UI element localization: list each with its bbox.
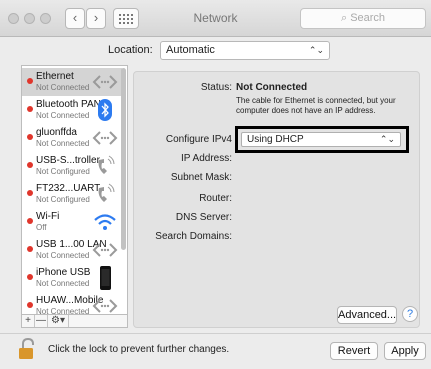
location-label: Location:: [108, 44, 153, 56]
help-button[interactable]: ?: [402, 306, 418, 322]
remove-service-button[interactable]: —: [35, 315, 48, 327]
updown-arrows-icon: ⌃⌄: [379, 134, 395, 144]
status-dot: [27, 218, 33, 224]
service-item-iphone-usb[interactable]: iPhone USB Not Connected: [22, 264, 122, 292]
service-item-usb-serial-controller[interactable]: USB-S...troller Not Configured: [22, 152, 122, 180]
search-placeholder: Search: [350, 12, 386, 24]
search-domains-label: Search Domains:: [155, 231, 232, 242]
service-name: USB-S...troller: [36, 155, 100, 166]
status-dot: [27, 106, 33, 112]
apply-button[interactable]: Apply: [384, 342, 426, 360]
location-select[interactable]: Automatic ⌃⌄: [160, 41, 330, 60]
service-item-ft232-uart[interactable]: FT232...UART Not Configured: [22, 180, 122, 208]
configure-ipv4-highlight: Using DHCP ⌃⌄: [235, 126, 409, 153]
service-status: Not Connected: [36, 83, 90, 92]
configure-ipv4-value: Using DHCP: [247, 134, 304, 145]
service-name: iPhone USB: [36, 267, 91, 278]
service-item-wifi[interactable]: Wi-Fi Off: [22, 208, 122, 236]
service-list-toolbar: + — ⚙▾: [21, 314, 128, 328]
status-dot: [27, 162, 33, 168]
service-name: Ethernet: [36, 71, 74, 82]
lock-icon[interactable]: [18, 338, 36, 360]
dns-server-label: DNS Server:: [175, 212, 232, 223]
service-item-ethernet[interactable]: Ethernet Not Connected: [22, 68, 122, 96]
action-menu-button[interactable]: ⚙▾: [48, 315, 69, 327]
status-description: The cable for Ethernet is connected, but…: [236, 96, 396, 115]
service-item-bluetooth-pan[interactable]: Bluetooth PAN Not Connected: [22, 96, 122, 124]
service-name: FT232...UART: [36, 183, 101, 194]
service-status: Not Connected: [36, 251, 90, 260]
search-input[interactable]: ⌕ Search: [300, 8, 426, 29]
ip-address-label: IP Address:: [181, 153, 232, 164]
status-dot: [27, 78, 33, 84]
service-status: Not Configured: [36, 167, 90, 176]
updown-arrows-icon: ⌃⌄: [308, 45, 324, 55]
service-status: Not Configured: [36, 195, 90, 204]
service-status: Not Connected: [36, 279, 90, 288]
window-titlebar: ‹ › Network ⌕ Search: [0, 0, 431, 37]
search-icon: ⌕: [340, 12, 348, 24]
router-label: Router:: [199, 193, 232, 204]
service-name: gluonffda: [36, 127, 77, 138]
lock-message: Click the lock to prevent further change…: [48, 344, 230, 355]
status-dot: [27, 274, 33, 280]
subnet-mask-label: Subnet Mask:: [170, 172, 232, 183]
service-name: Wi-Fi: [36, 211, 60, 222]
revert-button[interactable]: Revert: [330, 342, 378, 360]
status-dot: [27, 246, 33, 252]
service-status: Not Connected: [36, 139, 90, 148]
status-dot: [27, 190, 33, 196]
service-item-usb-lan[interactable]: USB 1...00 LAN Not Connected: [22, 236, 122, 264]
service-status: Off: [36, 223, 47, 232]
service-item-gluonffda[interactable]: gluonffda Not Connected: [22, 124, 122, 152]
status-label: Status:: [200, 82, 232, 93]
iphone-icon: [100, 266, 111, 290]
bottom-separator: [0, 333, 431, 334]
location-value: Automatic: [166, 44, 215, 56]
advanced-button[interactable]: Advanced...: [337, 306, 397, 324]
status-dot: [27, 302, 33, 308]
bluetooth-icon: [98, 99, 112, 121]
configure-ipv4-select[interactable]: Using DHCP ⌃⌄: [241, 132, 401, 147]
service-status: Not Connected: [36, 111, 90, 120]
add-service-button[interactable]: +: [22, 315, 35, 327]
status-dot: [27, 134, 33, 140]
status-value: Not Connected: [236, 82, 308, 93]
configure-ipv4-label: Configure IPv4: [165, 134, 232, 145]
